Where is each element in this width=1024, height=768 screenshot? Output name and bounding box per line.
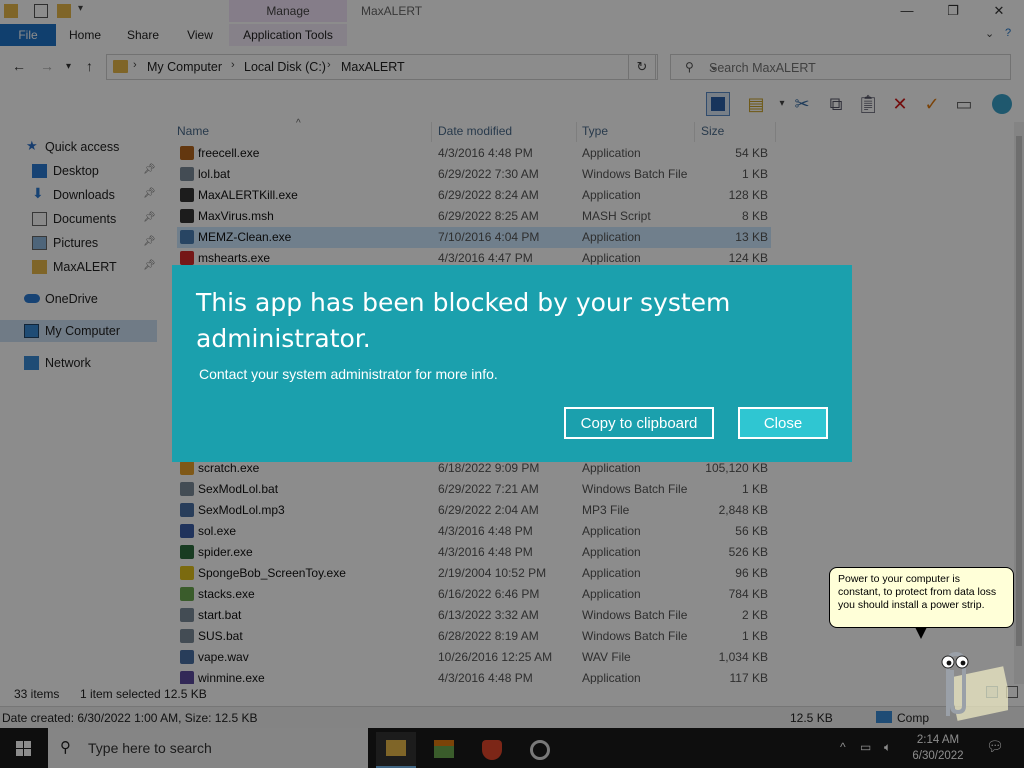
clippy-tip-text: Power to your computer is constant, to p… [838,573,997,611]
clippy-assistant-icon[interactable] [918,642,1008,724]
copy-to-clipboard-button[interactable]: Copy to clipboard [564,407,714,439]
dialog-message: Contact your system administrator for mo… [199,366,498,382]
speech-bubble-tail [915,627,927,639]
dialog-title: This app has been blocked by your system… [196,288,731,353]
clippy-speech-bubble[interactable]: Power to your computer is constant, to p… [829,567,1014,628]
blocked-app-dialog: This app has been blocked by your system… [172,265,852,462]
close-dialog-button[interactable]: Close [738,407,828,439]
